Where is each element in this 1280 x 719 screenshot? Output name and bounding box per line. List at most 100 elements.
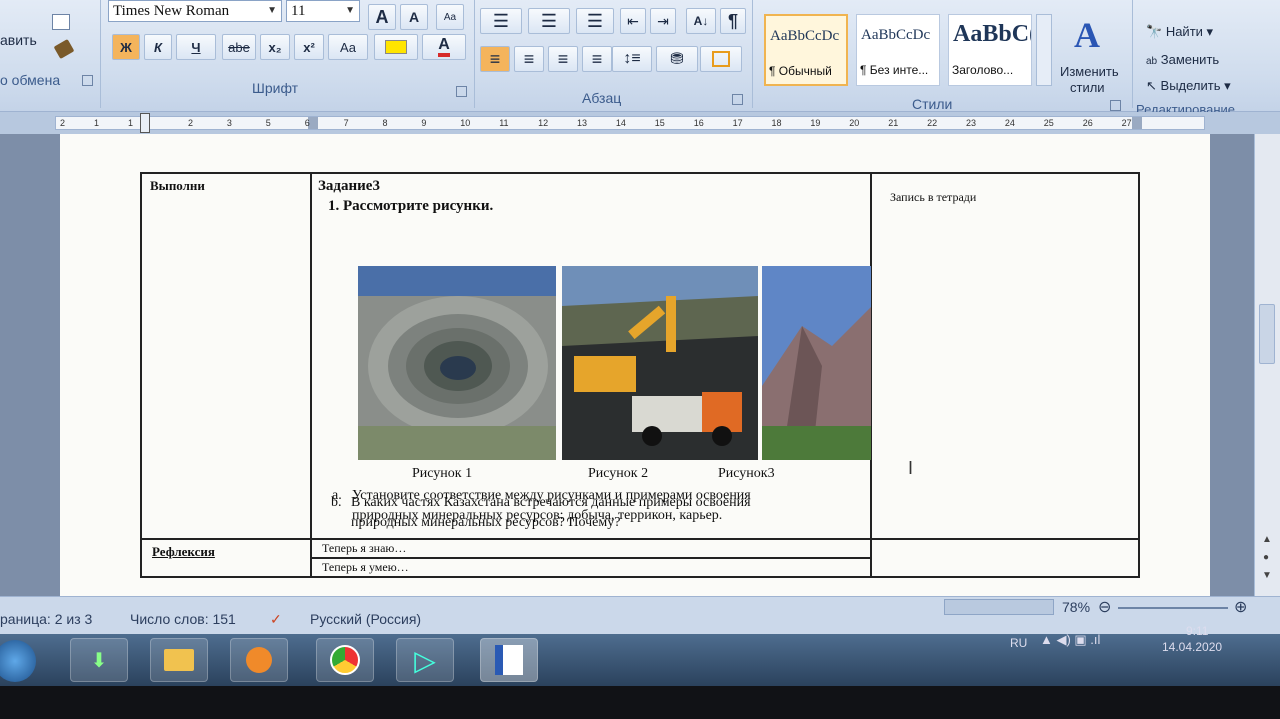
language-indicator[interactable]: Русский (Россия) <box>310 611 421 627</box>
proofing-icon[interactable]: ✓ <box>270 611 282 628</box>
style-normal[interactable]: AaBbCcDc ¶ Обычный <box>764 14 848 86</box>
prev-page-icon[interactable]: ▲ <box>1262 534 1272 545</box>
font-name-combo[interactable]: Times New Roman ▼ <box>108 0 282 22</box>
style-no-spacing[interactable]: AaBbCcDc ¶ Без инте... <box>856 14 940 86</box>
increase-indent-button[interactable]: ⇥ <box>650 8 676 34</box>
start-button[interactable] <box>0 640 36 682</box>
item-b-line-1: В каких частях Казахстана встречаются да… <box>351 495 751 510</box>
table-cell-task[interactable]: Задание3 1. Рассмотрите рисунки. Рисунок… <box>311 173 872 539</box>
document-page[interactable]: Выполни Задание3 1. Рассмотрите рисунки. <box>60 134 1210 596</box>
change-styles-label: Изменить <box>1060 64 1119 79</box>
change-case-button[interactable]: Aa <box>328 34 368 60</box>
divider <box>752 0 753 108</box>
sort-button[interactable]: A↓ <box>686 8 716 34</box>
table-cell-reflection-know[interactable]: Теперь я знаю… <box>311 539 871 558</box>
font-color-button[interactable]: A <box>422 34 466 60</box>
grow-font-button[interactable]: A <box>368 4 396 30</box>
taskbar-word[interactable] <box>480 638 538 682</box>
justify-button[interactable]: ≡ <box>582 46 612 72</box>
taskbar-downloads[interactable]: ⬇ <box>70 638 128 682</box>
table-cell-reflection[interactable]: Рефлексия <box>141 539 311 577</box>
zoom-level[interactable]: 78% <box>1062 599 1090 615</box>
bullets-button[interactable]: ☰ <box>480 8 522 34</box>
superscript-button[interactable]: x² <box>294 34 324 60</box>
folder-icon <box>164 649 194 671</box>
browse-object-icon[interactable]: ● <box>1263 552 1269 563</box>
borders-button[interactable] <box>700 46 742 72</box>
copy-icon[interactable] <box>52 14 70 30</box>
replace-button[interactable]: ab Заменить <box>1146 52 1219 67</box>
indent-marker[interactable] <box>140 113 150 133</box>
ruler-tick: 3 <box>226 118 232 128</box>
tray-icons[interactable]: ▲ ◀) ▣ .ıl <box>1040 632 1100 648</box>
taskbar-media-player[interactable] <box>230 638 288 682</box>
language-tray[interactable]: RU <box>1010 636 1027 650</box>
zoom-out-icon[interactable]: ⊖ <box>1098 597 1111 617</box>
bold-button[interactable]: Ж <box>112 34 140 60</box>
horizontal-ruler[interactable]: 2 1 1 2 3 5 6 7 8 9 10 11 12 13 14 15 16 17 18 19 20 21 22 23 24… <box>0 112 1280 134</box>
vertical-scrollbar[interactable]: ▲ ● ▼ <box>1254 134 1280 596</box>
highlight-button[interactable] <box>374 34 418 60</box>
paste-button[interactable]: авить <box>0 20 46 60</box>
next-page-icon[interactable]: ▼ <box>1262 570 1272 581</box>
multilevel-list-button[interactable]: ☰ <box>576 8 614 34</box>
italic-button[interactable]: К <box>144 34 172 60</box>
font-size-combo[interactable]: 11 ▼ <box>286 0 360 22</box>
decrease-indent-button[interactable]: ⇤ <box>620 8 646 34</box>
font-name-value: Times New Roman <box>113 3 230 19</box>
strikethrough-button[interactable]: abe <box>222 34 256 60</box>
quarry-photo <box>358 266 556 460</box>
paragraph-group-label: Абзац <box>582 90 622 106</box>
clipboard-launcher-icon[interactable] <box>82 75 93 86</box>
font-launcher-icon[interactable] <box>456 86 467 97</box>
taskbar-chrome[interactable] <box>316 638 374 682</box>
align-center-button[interactable]: ≡ <box>514 46 544 72</box>
ruler-tick: 27 <box>1121 118 1132 128</box>
ruler-tick: 14 <box>615 118 626 128</box>
zoom-in-icon[interactable]: ⊕ <box>1234 597 1247 617</box>
taskbar-player[interactable]: ▷ <box>396 638 454 682</box>
underline-button[interactable]: Ч <box>176 34 216 60</box>
word-count[interactable]: Число слов: 151 <box>130 611 236 627</box>
select-button[interactable]: ↖ Выделить ▾ <box>1146 78 1231 94</box>
scroll-thumb[interactable] <box>1259 304 1275 364</box>
ruler-tick: 19 <box>810 118 821 128</box>
table-cell-activity[interactable]: Выполни <box>141 173 311 539</box>
divider <box>474 0 475 108</box>
align-right-button[interactable]: ≡ <box>548 46 578 72</box>
ruler-tick: 10 <box>460 118 471 128</box>
paragraph-launcher-icon[interactable] <box>732 94 743 105</box>
bold-label: Ж <box>120 39 132 55</box>
page-count[interactable]: раница: 2 из 3 <box>0 611 92 627</box>
taskbar: ⬇ ▷ RU ▲ ◀) ▣ .ıl 9:11 14.04.2020 <box>0 624 1280 686</box>
word-icon <box>495 645 523 675</box>
find-button[interactable]: 🔭 Найти ▾ <box>1146 24 1213 40</box>
view-buttons[interactable] <box>944 599 1054 615</box>
subscript-button[interactable]: x₂ <box>260 34 290 60</box>
right-margin-marker[interactable] <box>1132 117 1142 129</box>
clear-format-button[interactable]: Aa <box>436 4 464 30</box>
table-cell-reflection-notes[interactable] <box>871 539 1139 577</box>
clock-time[interactable]: 9:11 <box>1186 624 1208 638</box>
caption-figure-2: Рисунок 2 <box>588 466 649 481</box>
format-painter-icon[interactable] <box>53 38 75 60</box>
change-styles-button[interactable]: A Изменить стили <box>1056 14 1128 96</box>
taskbar-folder[interactable] <box>150 638 208 682</box>
table-cell-notes[interactable]: Запись в тетради I <box>871 173 1139 539</box>
numbering-button[interactable]: ☰ <box>528 8 570 34</box>
shading-button[interactable]: ⛃ <box>656 46 698 72</box>
styles-scroll[interactable] <box>1036 14 1052 86</box>
clock-date[interactable]: 14.04.2020 <box>1162 640 1222 654</box>
ruler-tick: 26 <box>1082 118 1093 128</box>
style-heading[interactable]: AaBbC( Заголово... <box>948 14 1032 86</box>
align-left-button[interactable]: ≡ <box>480 46 510 72</box>
styles-group-label: Стили <box>912 96 953 112</box>
change-case-label: Aa <box>340 39 356 55</box>
table-cell-reflection-can[interactable]: Теперь я умею… <box>311 558 871 577</box>
zoom-slider[interactable] <box>1118 607 1228 609</box>
line-spacing-button[interactable]: ↕≡ <box>612 46 652 72</box>
styles-launcher-icon[interactable] <box>1110 100 1121 111</box>
show-marks-button[interactable]: ¶ <box>720 8 746 34</box>
shrink-font-button[interactable]: A <box>400 4 428 30</box>
strikethrough-label: abe <box>228 39 250 55</box>
